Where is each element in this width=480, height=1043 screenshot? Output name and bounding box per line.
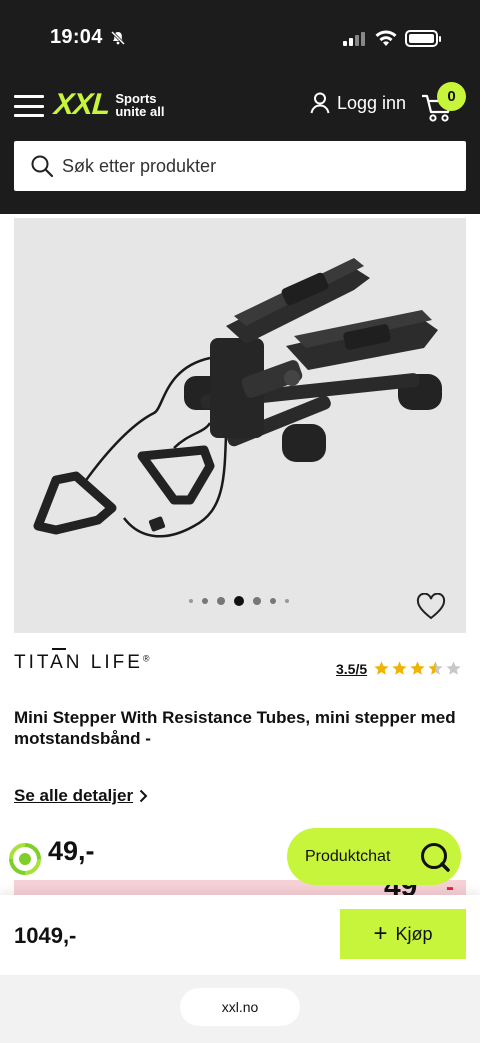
gallery-dot[interactable] bbox=[189, 599, 193, 603]
recycle-leaf-icon bbox=[9, 843, 41, 875]
brand-registered-mark: ® bbox=[142, 653, 150, 664]
see-all-details-link[interactable]: Se alle detaljer bbox=[14, 786, 148, 806]
gallery-dot-active[interactable] bbox=[234, 596, 244, 606]
chat-label: Produktchat bbox=[305, 847, 391, 865]
bell-slash-icon bbox=[110, 30, 126, 46]
hamburger-menu-icon[interactable] bbox=[14, 95, 44, 117]
gallery-dot[interactable] bbox=[253, 597, 261, 605]
buy-label: Kjøp bbox=[395, 923, 433, 944]
signal-icon bbox=[343, 32, 365, 46]
search-placeholder: Søk etter produkter bbox=[62, 155, 217, 176]
sustainability-badge-icon[interactable] bbox=[4, 836, 46, 882]
logo-wordmark: XXL bbox=[52, 88, 111, 121]
gallery-dot[interactable] bbox=[217, 597, 225, 605]
plus-icon: + bbox=[373, 920, 388, 947]
product-title: Mini Stepper With Resistance Tubes, mini… bbox=[14, 708, 456, 748]
heart-icon[interactable] bbox=[416, 593, 446, 621]
user-icon bbox=[310, 92, 330, 114]
buy-button[interactable]: + Kjøp bbox=[340, 909, 466, 959]
login-button[interactable]: Logg inn bbox=[310, 92, 406, 114]
star-icon bbox=[410, 661, 425, 675]
cart-count-badge: 0 bbox=[437, 82, 466, 111]
battery-icon bbox=[405, 30, 441, 47]
gallery-dot[interactable] bbox=[270, 598, 276, 604]
search-icon bbox=[31, 155, 54, 178]
brand-logo[interactable]: TITAN LIFE® bbox=[14, 648, 150, 674]
browser-url-bar[interactable]: xxl.no bbox=[180, 988, 300, 1026]
sticky-buy-bar: 1049,- + Kjøp bbox=[0, 895, 480, 975]
product-image-mini-stepper bbox=[33, 258, 442, 538]
gallery-dot[interactable] bbox=[202, 598, 208, 604]
star-icon bbox=[446, 661, 461, 675]
product-price: 49,- bbox=[48, 836, 95, 866]
top-header: 19:04 XXL Sports unite all Logg inn 0 Sø… bbox=[0, 0, 480, 214]
star-icon bbox=[428, 661, 443, 675]
logo-tagline: Sports unite all bbox=[115, 92, 164, 118]
details-link-label: Se alle detaljer bbox=[14, 786, 134, 805]
logo-tagline-line2: unite all bbox=[115, 104, 165, 119]
wifi-icon bbox=[375, 30, 397, 46]
product-chat-button[interactable]: Produktchat bbox=[287, 828, 461, 885]
rating-score: 3.5/5 bbox=[336, 660, 368, 677]
product-rating[interactable]: 3.5/5 bbox=[336, 660, 462, 677]
chat-search-icon bbox=[421, 843, 450, 872]
rating-stars bbox=[373, 660, 462, 677]
gallery-dot[interactable] bbox=[285, 599, 289, 603]
search-input[interactable]: Søk etter produkter bbox=[14, 141, 466, 191]
brand-name: TITAN LIFE bbox=[14, 652, 143, 673]
star-icon bbox=[392, 661, 407, 675]
status-time: 19:04 bbox=[50, 26, 103, 48]
browser-bottom-bar: xxl.no bbox=[0, 975, 480, 1043]
login-label: Logg inn bbox=[337, 92, 407, 113]
xxl-logo[interactable]: XXL Sports unite all bbox=[52, 88, 165, 122]
gallery-pagination[interactable] bbox=[14, 596, 466, 606]
chevron-right-icon bbox=[139, 789, 148, 803]
star-icon bbox=[374, 661, 389, 675]
product-image-gallery[interactable] bbox=[14, 218, 466, 633]
buy-bar-price: 1049,- bbox=[14, 923, 77, 948]
